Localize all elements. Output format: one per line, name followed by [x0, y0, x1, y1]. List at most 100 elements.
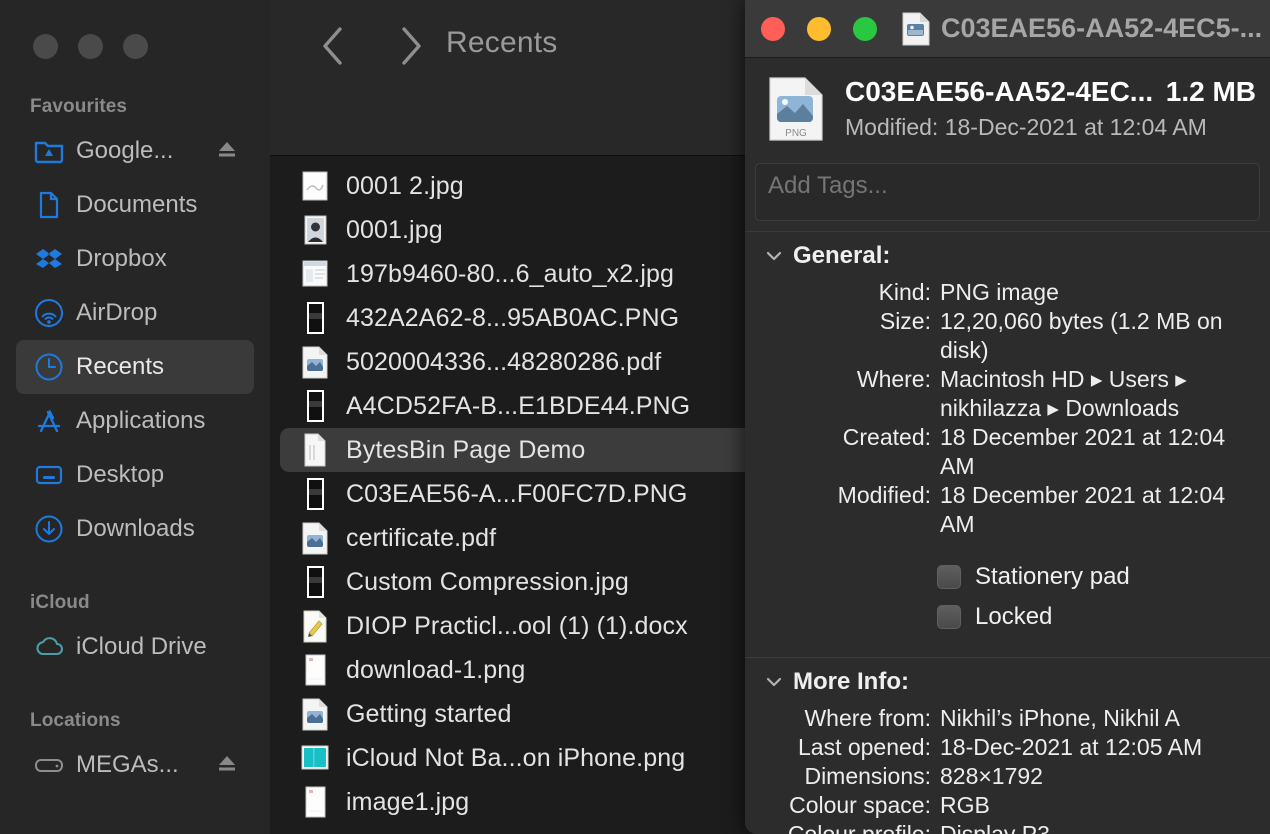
sidebar-item-label: Desktop	[76, 461, 165, 488]
chevron-down-icon[interactable]	[765, 673, 783, 691]
checkbox-locked[interactable]: Locked	[745, 597, 1270, 637]
info-row-value: 18 December 2021 at 12:04 AM	[940, 482, 1226, 537]
file-name: C03EAE56-A...F00FC7D.PNG	[346, 479, 688, 508]
teal-image-icon	[301, 745, 329, 770]
eject-button[interactable]	[216, 752, 238, 779]
file-name: 432A2A62-8...95AB0AC.PNG	[346, 303, 680, 332]
documents-icon	[39, 191, 59, 219]
info-section: More Info: Where from: Nikhil’s iPhone, Ni…	[745, 658, 1270, 834]
info-row-value: Nikhil’s iPhone, Nikhil A	[940, 705, 1180, 731]
info-row-key: Size:	[879, 308, 931, 334]
image-thumb-icon	[300, 169, 330, 203]
checkbox-box[interactable]	[937, 605, 961, 629]
desktop-icon	[34, 460, 64, 490]
document-thumb-icon	[302, 260, 328, 287]
docx-icon	[300, 609, 330, 643]
info-close-button[interactable]	[761, 16, 785, 41]
docx-icon	[303, 610, 327, 643]
back-button[interactable]	[318, 24, 348, 68]
sidebar-item-icloud-drive[interactable]: iCloud Drive	[16, 620, 254, 674]
clock-icon	[35, 353, 63, 381]
dark-screenshot-icon	[307, 302, 324, 334]
info-row-value: Display P3	[940, 821, 1050, 834]
info-section-title: General:	[793, 242, 891, 269]
cloud-icon	[36, 637, 63, 656]
dropbox-icon	[34, 244, 64, 274]
info-row: Last opened: 18-Dec-2021 at 12:05 AM	[745, 733, 1270, 762]
eject-button[interactable]	[216, 138, 238, 165]
get-info-window: C03EAE56-AA52-4EC5-... PNG C03EAE56-AA52…	[745, 0, 1270, 834]
sidebar-item-airdrop[interactable]: AirDrop	[16, 286, 254, 340]
sidebar-item-label: Downloads	[76, 515, 195, 542]
checkbox-box[interactable]	[937, 565, 961, 589]
sidebar-item-label: Google...	[76, 137, 174, 164]
pdf-icon	[300, 345, 330, 379]
sidebar-item-label: iCloud Drive	[76, 633, 207, 660]
zoom-button[interactable]	[123, 34, 148, 59]
info-file-modified: Modified: 18-Dec-2021 at 12:04 AM	[845, 114, 1207, 140]
finder-window-controls[interactable]	[33, 34, 148, 59]
sidebar-item-recents[interactable]: Recents	[16, 340, 254, 394]
sidebar-item-label: Dropbox	[76, 245, 167, 272]
dark-screenshot-icon	[300, 477, 330, 511]
info-file-size: 1.2 MB	[1165, 76, 1256, 107]
minimize-button[interactable]	[78, 34, 103, 59]
desktop-icon	[35, 465, 63, 485]
info-window-controls[interactable]	[761, 16, 877, 41]
sidebar-item-dropbox[interactable]: Dropbox	[16, 232, 254, 286]
external-drive-icon	[34, 750, 64, 780]
eject-icon[interactable]	[216, 752, 238, 774]
info-row-key: Where:	[856, 366, 931, 392]
eject-icon[interactable]	[216, 138, 238, 160]
checkbox-stationery-pad[interactable]: Stationery pad	[745, 557, 1270, 597]
checkbox-label: Locked	[975, 603, 1053, 630]
chevron-down-icon[interactable]	[765, 247, 783, 265]
info-row: Modified: 18 December 2021 at 12:04 AM	[745, 481, 1270, 539]
dark-screenshot-icon	[300, 565, 330, 599]
close-button[interactable]	[33, 34, 58, 59]
file-name: A4CD52FA-B...E1BDE44.PNG	[346, 391, 691, 420]
info-section-header[interactable]: More Info:	[745, 668, 1270, 696]
sidebar-scroll[interactable]: Favourites Google... Documents Dropbox AirDr…	[0, 0, 270, 792]
info-zoom-button[interactable]	[853, 16, 877, 41]
dark-screenshot-icon	[300, 301, 330, 335]
sidebar-item-label: AirDrop	[76, 299, 158, 326]
pdf-icon	[300, 697, 330, 731]
chevron-down-icon[interactable]	[765, 673, 783, 691]
chevron-down-icon[interactable]	[765, 247, 783, 265]
info-row: Where from: Nikhil’s iPhone, Nikhil A	[745, 704, 1270, 733]
sidebar-item-label: Recents	[76, 353, 165, 380]
white-image-icon	[305, 786, 326, 818]
info-section: General: Kind: PNG image Size: 12,20,060 byt…	[745, 232, 1270, 657]
info-section-header[interactable]: General:	[745, 242, 1270, 270]
info-row-key: Colour space:	[789, 792, 931, 818]
sidebar-item-google[interactable]: Google...	[16, 124, 254, 178]
downloads-icon	[35, 515, 63, 543]
sidebar-group-title: Locations	[30, 710, 121, 731]
sidebar-group-title: Favourites	[30, 96, 128, 117]
file-name: download-1.png	[346, 655, 526, 684]
breadcrumb: Recents	[446, 26, 558, 59]
sidebar-item-applications[interactable]: Applications	[16, 394, 254, 448]
sidebar-item-documents[interactable]: Documents	[16, 178, 254, 232]
documents-icon	[34, 190, 64, 220]
file-name: 5020004336...48280286.pdf	[346, 347, 662, 376]
info-section-title: More Info:	[793, 668, 909, 695]
sidebar-item-megas[interactable]: MEGAs...	[16, 738, 254, 792]
tags-field[interactable]: Add Tags...	[755, 163, 1260, 221]
file-name: image1.jpg	[346, 787, 470, 816]
google-drive-folder-icon	[34, 141, 64, 164]
info-minimize-button[interactable]	[807, 16, 831, 41]
dark-screenshot-icon	[300, 389, 330, 423]
nav-buttons[interactable]	[318, 24, 426, 68]
finder-sidebar: Favourites Google... Documents Dropbox AirDr…	[0, 0, 270, 834]
info-row-key: Kind:	[878, 279, 931, 305]
file-name: certificate.pdf	[346, 523, 497, 552]
sidebar-item-downloads[interactable]: Downloads	[16, 502, 254, 556]
sidebar-item-desktop[interactable]: Desktop	[16, 448, 254, 502]
file-name: Getting started	[346, 699, 512, 728]
forward-button[interactable]	[396, 24, 426, 68]
info-sections: General: Kind: PNG image Size: 12,20,060 byt…	[745, 232, 1270, 834]
png-file-icon	[901, 12, 931, 46]
svg-text:PNG: PNG	[785, 128, 807, 139]
